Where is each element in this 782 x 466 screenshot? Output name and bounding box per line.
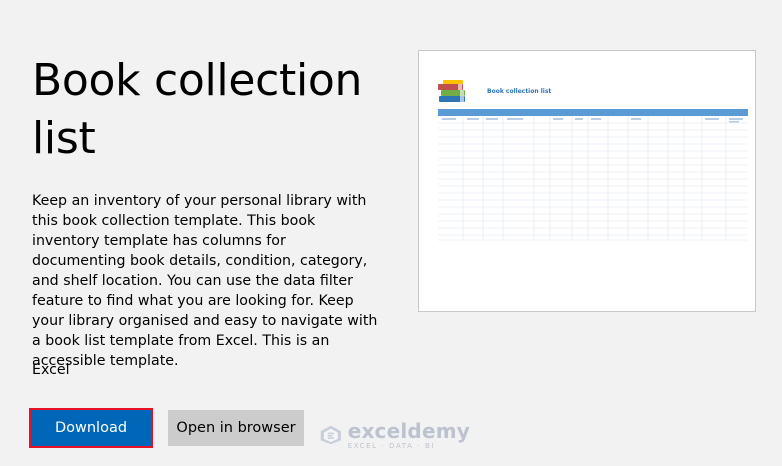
page-title: Book collection list <box>32 55 363 164</box>
sheet-title: Book collection list <box>487 88 552 95</box>
books-icon <box>438 80 465 102</box>
watermark-tagline: EXCEL · DATA · BI <box>347 441 436 450</box>
exceldemy-logo-icon <box>320 425 341 445</box>
app-name: Excel <box>32 362 70 378</box>
template-preview-thumbnail[interactable]: Book collection list <box>418 50 756 312</box>
watermark-brand: exceldemy <box>347 418 470 443</box>
book-table-preview <box>438 109 748 241</box>
template-description: Keep an inventory of your personal libra… <box>32 193 378 369</box>
exceldemy-watermark: exceldemy EXCEL · DATA · BI <box>320 418 470 452</box>
download-button[interactable]: Download <box>29 408 153 448</box>
open-in-browser-button[interactable]: Open in browser <box>168 410 304 446</box>
